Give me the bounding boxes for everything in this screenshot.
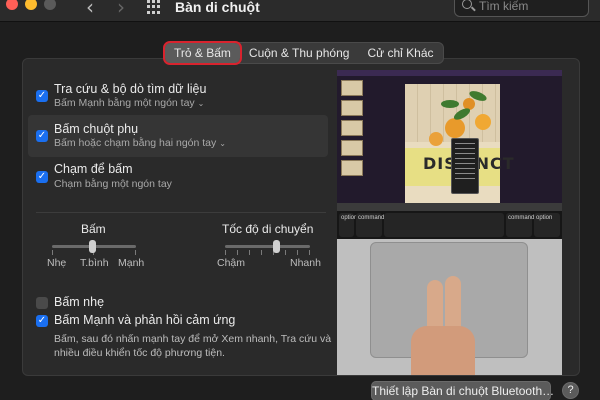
preview-orange (429, 132, 443, 146)
setup-bluetooth-trackpad-button[interactable]: Thiết lập Bàn di chuột Bluetooth… (371, 381, 554, 400)
silent-click-checkbox[interactable] (36, 297, 48, 309)
preview-dock (337, 203, 562, 211)
slider-tick (237, 250, 238, 255)
secondary-click-sub-text: Bấm hoặc chạm bằng hai ngón tay (54, 137, 217, 149)
close-window-button[interactable] (6, 0, 18, 10)
search-input[interactable] (479, 0, 579, 13)
preview-orange (445, 118, 465, 138)
preview-context-menu (451, 138, 479, 194)
slider-tick (297, 250, 298, 255)
title-bar: ‹ › Bàn di chuột (0, 0, 600, 22)
click-slider-medium-label: T.bình (80, 257, 109, 269)
tracking-speed-title: Tốc độ di chuyển (222, 222, 314, 236)
key-command-right: command (506, 213, 534, 237)
tap-to-click-label: Chạm để bấm (54, 162, 133, 176)
slider-tick (309, 250, 310, 255)
force-click-description: Bấm, sau đó nhấn mạnh tay để mở Xem nhan… (54, 333, 332, 359)
lookup-label: Tra cứu & bộ dò tìm dữ liệu (54, 82, 207, 96)
secondary-click-checkbox[interactable]: ✓ (36, 130, 48, 142)
slider-tick (135, 250, 136, 255)
tap-to-click-checkbox[interactable]: ✓ (36, 171, 48, 183)
click-slider-title: Bấm (81, 222, 106, 236)
minimize-window-button[interactable] (25, 0, 37, 10)
window-title: Bàn di chuột (175, 0, 260, 15)
zoom-window-button[interactable] (44, 0, 56, 10)
back-arrow-icon[interactable]: ‹ (86, 0, 94, 19)
preview-hand (409, 276, 477, 375)
forward-arrow-icon[interactable]: › (117, 0, 125, 19)
tap-to-click-sub-text: Chạm bằng một ngón tay (54, 178, 172, 190)
preview-leaf (441, 100, 459, 108)
tracking-speed-track[interactable] (225, 245, 310, 248)
preview-menubar (337, 70, 562, 76)
divider (36, 212, 326, 213)
tracking-speed-knob[interactable] (273, 240, 280, 253)
key-option-left: option (339, 213, 357, 237)
help-button[interactable]: ? (562, 382, 579, 399)
slider-tick (285, 250, 286, 255)
preview-thumbnails (341, 80, 363, 190)
lookup-sub-text: Bấm Mạnh bằng một ngón tay (54, 97, 195, 109)
click-slider-knob[interactable] (89, 240, 96, 253)
secondary-click-label: Bấm chuột phụ (54, 122, 139, 136)
preview-screen: DISTINCT (337, 70, 562, 211)
chevron-down-icon: ⌄ (219, 139, 226, 148)
silent-click-label: Bấm nhẹ (54, 295, 105, 309)
force-click-checkbox[interactable]: ✓ (36, 315, 48, 327)
lookup-checkbox[interactable]: ✓ (36, 90, 48, 102)
preview-keyboard: option command command option (337, 211, 562, 239)
key-space (384, 213, 504, 237)
tracking-fast-label: Nhanh (290, 257, 321, 269)
gesture-preview: DISTINCT option command command option (337, 70, 562, 375)
secondary-click-sub-menu[interactable]: Bấm hoặc chạm bằng hai ngón tay ⌄ (54, 137, 226, 149)
force-click-label: Bấm Mạnh và phản hồi cảm ứng (54, 313, 236, 327)
search-box[interactable] (454, 0, 589, 17)
slider-tick (249, 250, 250, 255)
chevron-down-icon: ⌄ (197, 99, 205, 108)
tab-scroll-zoom[interactable]: Cuộn & Thu phóng (240, 43, 359, 63)
preview-orange (475, 114, 491, 130)
show-all-grid-icon[interactable] (147, 0, 161, 14)
slider-tick (52, 250, 53, 255)
key-command-left: command (356, 213, 384, 237)
search-icon (462, 0, 472, 9)
tracking-slow-label: Chậm (217, 257, 246, 269)
tab-bar: Trỏ & Bấm Cuộn & Thu phóng Cử chỉ Khác (163, 41, 444, 65)
click-slider-light-label: Nhẹ (47, 257, 67, 269)
tab-point-click[interactable]: Trỏ & Bấm (163, 41, 242, 65)
key-option-right: option (534, 213, 560, 237)
slider-tick (225, 250, 226, 255)
slider-tick (261, 250, 262, 255)
tab-more-gestures[interactable]: Cử chỉ Khác (358, 43, 442, 63)
click-slider-firm-label: Mạnh (118, 257, 145, 269)
lookup-sub-menu[interactable]: Bấm Mạnh bằng một ngón tay ⌄ (54, 97, 204, 109)
